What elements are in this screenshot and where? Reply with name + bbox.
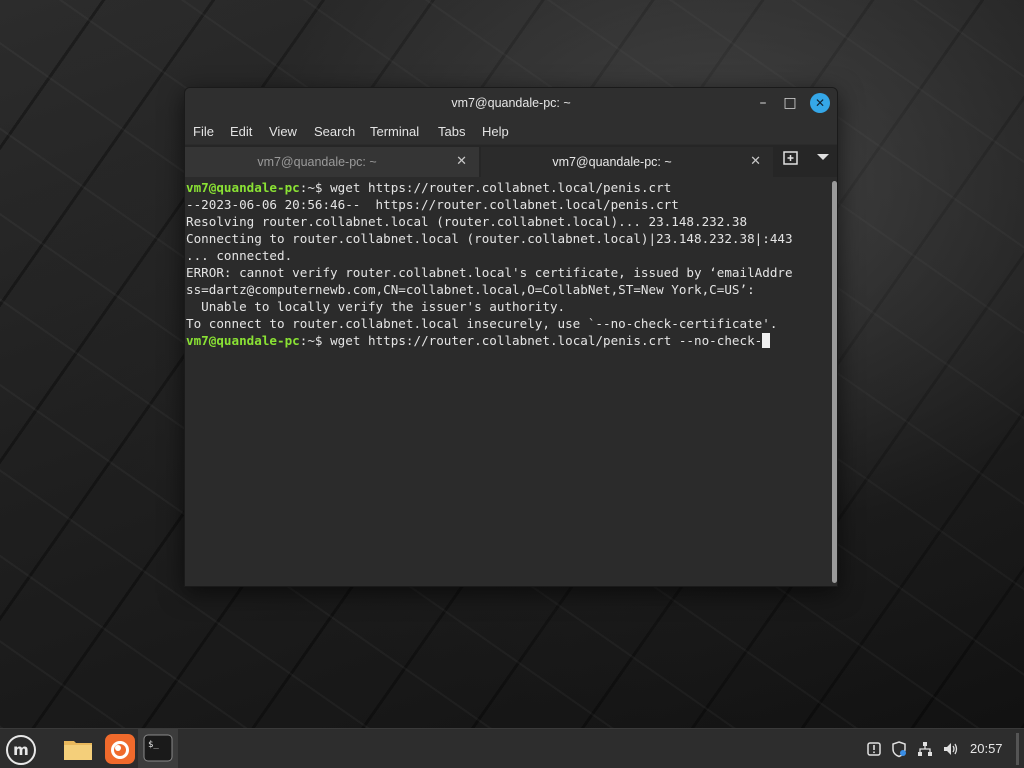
command-text: wget https://router.collabnet.local/peni… bbox=[330, 180, 672, 195]
output-text: --2023-06-06 20:56:46-- https://router.c… bbox=[186, 197, 679, 212]
text-cursor bbox=[762, 333, 771, 348]
menu-file[interactable]: File bbox=[193, 124, 214, 139]
menu-search[interactable]: Search bbox=[314, 124, 355, 139]
terminal-line: Connecting to router.collabnet.local (ro… bbox=[186, 230, 831, 247]
clock[interactable]: 20:57 bbox=[970, 741, 1003, 756]
terminal-line: To connect to router.collabnet.local ins… bbox=[186, 315, 831, 332]
mint-menu-icon[interactable]: m bbox=[6, 735, 36, 765]
svg-text:$_: $_ bbox=[148, 740, 159, 750]
output-text: Connecting to router.collabnet.local (ro… bbox=[186, 231, 793, 246]
output-text: To connect to router.collabnet.local ins… bbox=[186, 316, 778, 331]
menu-tabs[interactable]: Tabs bbox=[438, 124, 465, 139]
menu-help[interactable]: Help bbox=[482, 124, 509, 139]
network-icon[interactable] bbox=[916, 740, 934, 758]
window-title: vm7@quandale-pc: ~ bbox=[451, 96, 571, 110]
terminal-line: ... connected. bbox=[186, 247, 831, 264]
terminal-output[interactable]: vm7@quandale-pc:~$ wget https://router.c… bbox=[185, 179, 831, 586]
tab-close-icon[interactable]: ✕ bbox=[456, 153, 467, 169]
scrollbar-thumb[interactable] bbox=[832, 181, 837, 583]
volume-icon[interactable] bbox=[942, 740, 960, 758]
tab-active[interactable]: vm7@quandale-pc: ~ ✕ bbox=[481, 147, 773, 177]
terminal-line: ss=dartz@computernewb.com,CN=collabnet.l… bbox=[186, 281, 831, 298]
window-titlebar[interactable]: vm7@quandale-pc: ~ – □ ✕ bbox=[185, 88, 837, 118]
terminal-line: vm7@quandale-pc:~$ wget https://router.c… bbox=[186, 332, 831, 349]
minimize-button[interactable]: – bbox=[753, 93, 773, 113]
tab-label: vm7@quandale-pc: ~ bbox=[257, 155, 377, 169]
output-text: ERROR: cannot verify router.collabnet.lo… bbox=[186, 265, 793, 280]
terminal-icon: $_ bbox=[143, 734, 173, 762]
folder-icon[interactable] bbox=[62, 733, 94, 765]
menu-bar: File Edit View Search Terminal Tabs Help bbox=[185, 118, 837, 144]
prompt-user: vm7@quandale-pc bbox=[186, 333, 300, 348]
terminal-line: vm7@quandale-pc:~$ wget https://router.c… bbox=[186, 179, 831, 196]
tab-inactive[interactable]: vm7@quandale-pc: ~ ✕ bbox=[185, 147, 479, 177]
prompt-user: vm7@quandale-pc bbox=[186, 180, 300, 195]
tab-bar: vm7@quandale-pc: ~ ✕ vm7@quandale-pc: ~ … bbox=[185, 145, 837, 177]
terminal-line: Resolving router.collabnet.local (router… bbox=[186, 213, 831, 230]
menu-view[interactable]: View bbox=[269, 124, 297, 139]
taskbar: m $_ 20:57 bbox=[0, 728, 1024, 768]
terminal-line: Unable to locally verify the issuer's au… bbox=[186, 298, 831, 315]
terminal-line: --2023-06-06 20:56:46-- https://router.c… bbox=[186, 196, 831, 213]
output-text: ss=dartz@computernewb.com,CN=collabnet.l… bbox=[186, 282, 755, 297]
show-desktop-button[interactable] bbox=[1016, 733, 1019, 765]
terminal-line: ERROR: cannot verify router.collabnet.lo… bbox=[186, 264, 831, 281]
firefox-icon[interactable] bbox=[104, 733, 136, 765]
output-text: ... connected. bbox=[186, 248, 293, 263]
output-text: Unable to locally verify the issuer's au… bbox=[186, 299, 566, 314]
notification-icon[interactable] bbox=[865, 740, 883, 758]
new-tab-icon[interactable] bbox=[779, 149, 803, 173]
maximize-button[interactable]: □ bbox=[780, 93, 800, 113]
menu-terminal[interactable]: Terminal bbox=[370, 124, 419, 139]
terminal-taskbar-button[interactable]: $_ bbox=[138, 729, 178, 768]
prompt-suffix: :~$ bbox=[299, 333, 331, 348]
command-text: wget https://router.collabnet.local/peni… bbox=[330, 333, 763, 348]
terminal-window: vm7@quandale-pc: ~ – □ ✕ File Edit View … bbox=[184, 87, 838, 587]
menu-edit[interactable]: Edit bbox=[230, 124, 252, 139]
output-text: Resolving router.collabnet.local (router… bbox=[186, 214, 748, 229]
terminal-scrollbar[interactable] bbox=[831, 179, 837, 586]
prompt-suffix: :~$ bbox=[299, 180, 331, 195]
tab-menu-chevron-down-icon[interactable] bbox=[811, 149, 835, 173]
close-button[interactable]: ✕ bbox=[810, 93, 830, 113]
shield-update-icon[interactable] bbox=[890, 740, 908, 758]
tab-label: vm7@quandale-pc: ~ bbox=[552, 155, 672, 169]
tab-close-icon[interactable]: ✕ bbox=[750, 153, 761, 169]
